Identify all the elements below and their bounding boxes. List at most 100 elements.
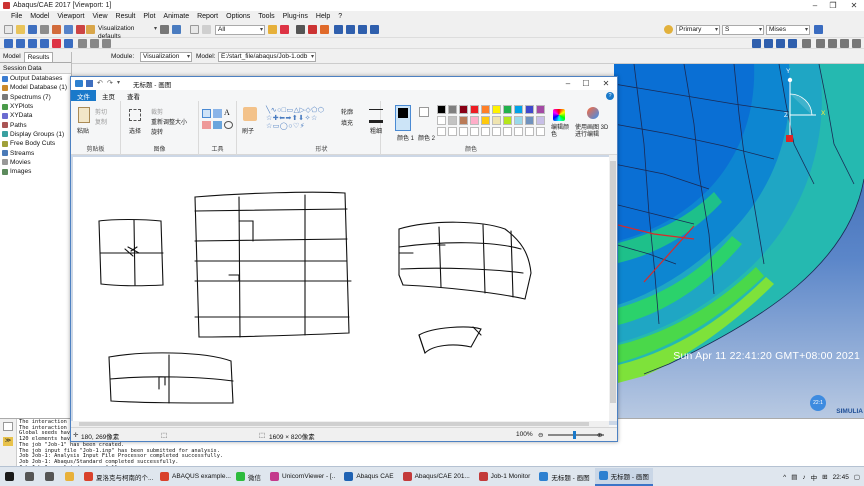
tray-clock[interactable]: 22:45 [833,474,849,481]
select-button[interactable]: 选择 [129,126,141,135]
palette-custom-swatch[interactable] [525,127,534,136]
palette-swatch[interactable] [459,116,468,125]
task-unicorn[interactable]: UnicornViewer - [.. [266,468,339,486]
vertical-scrollbar[interactable] [609,155,617,421]
tree-item[interactable]: XYPlots [0,102,71,111]
tab-file[interactable]: 文件 [71,90,96,101]
shapes-gallery[interactable]: ╲∿○□▭△▷◇⬠⬡ ☆✚⬅➡⬆⬇✧☆ ☆▭◯○♡⚡ [266,107,338,133]
network-icon[interactable]: ▤ [791,473,797,481]
print-view-icon[interactable] [852,39,861,48]
edit-colors-icon[interactable] [553,109,565,121]
open-icon[interactable] [16,25,25,34]
visualization-defaults-label[interactable]: Visualization defaults [96,25,158,40]
menu-plot[interactable]: Plot [139,13,159,20]
zoom-out-icon[interactable]: ⊖ [538,431,543,439]
zoom-slider-thumb[interactable] [573,431,576,439]
quick-access-menu-icon[interactable]: ▾ [117,79,120,86]
tree-item[interactable]: Streams [0,148,71,157]
first-frame-icon[interactable] [334,25,343,34]
menu-tools[interactable]: Tools [254,13,278,20]
volume-icon[interactable]: ♪ [802,474,805,481]
task-browser[interactable]: 夏洛克与柯南的个... [80,468,155,486]
menu-view[interactable]: View [88,13,111,20]
palette-custom-swatch[interactable] [481,127,490,136]
command-tab-icon[interactable]: ≫ [3,437,13,446]
side-view-icon[interactable] [102,39,111,48]
palette-swatch[interactable] [470,105,479,114]
palette-swatch[interactable] [481,116,490,125]
odb-icon[interactable] [52,25,61,34]
menu-options[interactable]: Options [222,13,254,20]
rotate-button[interactable]: 旋转 [151,127,163,136]
ime-mode-icon[interactable]: ⊞ [822,473,827,481]
palette-custom-swatch[interactable] [448,127,457,136]
vertical-scroll-thumb[interactable] [610,161,616,403]
paste-button[interactable]: 粘贴 [77,126,89,135]
menu--[interactable]: ? [334,13,346,20]
last-frame-icon[interactable] [370,25,379,34]
palette-custom-swatch[interactable] [459,127,468,136]
front-view-icon[interactable] [90,39,99,48]
redo-icon[interactable]: ↷ [107,79,113,87]
fill-icon[interactable] [213,109,222,118]
render-icon[interactable] [280,25,289,34]
menu-animate[interactable]: Animate [159,13,193,20]
zoom-slider[interactable] [548,431,604,439]
ime-indicator[interactable]: 中 [811,472,818,482]
select-icon[interactable] [129,109,141,121]
visualization-icon[interactable] [86,25,95,34]
save-icon[interactable] [28,25,37,34]
frame-select-icon[interactable] [802,39,811,48]
iso-view-icon[interactable] [78,39,87,48]
tree-item[interactable]: Display Groups (1) [0,130,71,139]
palette-swatch[interactable] [448,116,457,125]
color1-slot[interactable] [395,105,411,131]
box-zoom-icon[interactable] [52,39,61,48]
layout-icon[interactable] [840,39,849,48]
rotate-icon[interactable] [16,39,25,48]
palette-swatch[interactable] [503,116,512,125]
tree-item[interactable]: XYData [0,111,71,120]
brushes-button[interactable]: 刷子 [242,126,254,135]
primary-select[interactable]: Primary [676,25,720,35]
size-icon[interactable] [369,109,383,123]
color-picker-icon[interactable] [213,121,222,129]
palette-swatch[interactable] [492,116,501,125]
paste-icon[interactable] [78,107,90,123]
edit-colors-button[interactable]: 编辑颜色 [551,125,569,139]
paint-minimize-icon[interactable]: – [561,78,575,89]
pencil-icon[interactable] [202,109,211,118]
drawing-canvas[interactable] [73,157,609,423]
tree-item[interactable]: Paths [0,120,71,129]
color2-swatch[interactable] [419,107,429,117]
palette-swatch[interactable] [514,105,523,114]
palette-custom-swatch[interactable] [503,127,512,136]
quick-save-icon[interactable] [86,80,93,87]
selection-filter-select[interactable]: All [215,25,265,35]
pan-icon[interactable] [4,39,13,48]
info-icon[interactable] [172,25,181,34]
tab-view[interactable]: 查看 [121,90,146,101]
message-tab-icon[interactable] [3,422,13,431]
tree-item[interactable]: Output Databases [0,74,71,83]
palette-swatch[interactable] [459,105,468,114]
palette-swatch[interactable] [525,116,534,125]
horizontal-scroll-thumb[interactable] [79,422,589,426]
pointer-icon[interactable] [190,25,199,34]
brush-icon[interactable] [243,107,257,121]
next-frame-icon[interactable] [358,25,367,34]
size-button[interactable]: 粗细 [370,126,382,135]
play-prev-icon[interactable] [764,39,773,48]
palette-custom-swatch[interactable] [437,127,446,136]
minimize-icon[interactable]: – [808,0,822,11]
play-icon[interactable] [776,39,785,48]
text-icon[interactable]: A [224,108,230,117]
paint-close-icon[interactable]: ✕ [599,78,613,89]
undo-icon[interactable]: ↶ [97,79,103,87]
menu-file[interactable]: File [2,13,26,20]
outline-button[interactable]: 轮廓 [341,107,353,116]
task-paint-1[interactable]: 无标题 - 画图 [535,468,593,486]
paint-maximize-icon[interactable]: ☐ [579,78,593,89]
clock-badge[interactable]: 22:1 [810,395,826,411]
menu-plug-ins[interactable]: Plug-ins [279,13,312,20]
